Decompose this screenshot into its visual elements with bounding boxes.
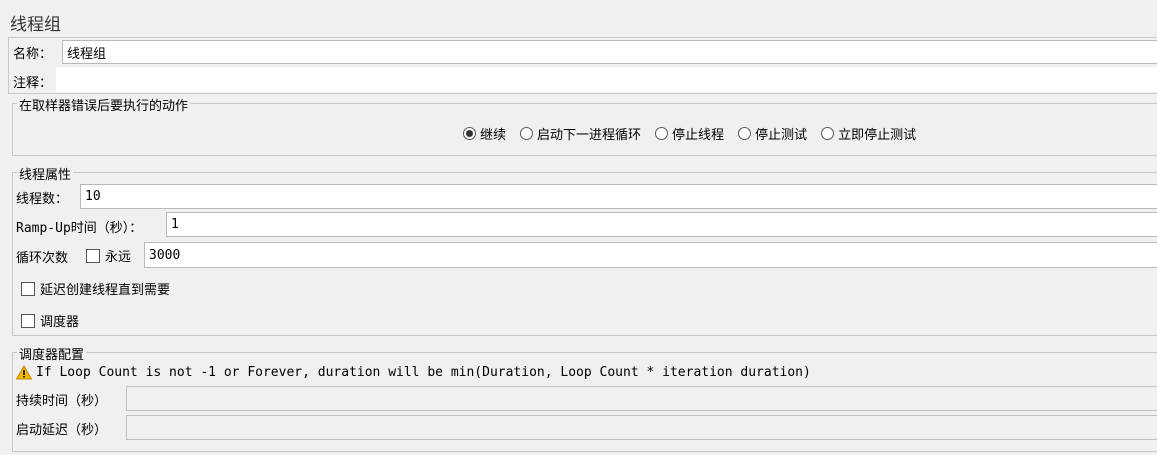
radio-button[interactable] <box>821 127 835 140</box>
threads-label: 线程数： <box>16 192 69 207</box>
delay-thread-creation-checkbox[interactable] <box>21 281 35 296</box>
scheduler-checkbox[interactable] <box>21 313 35 328</box>
radio-label: 继续 <box>480 128 507 143</box>
sampler-error-option[interactable]: 立即停止测试 <box>821 124 916 143</box>
comment-input[interactable] <box>56 67 1157 92</box>
scheduler-warning: If Loop Count is not -1 or Forever, dura… <box>16 365 811 380</box>
rampup-label: Ramp-Up时间（秒）： <box>16 221 143 236</box>
name-label: 名称： <box>13 47 53 62</box>
radio-button[interactable] <box>463 127 476 140</box>
sampler-error-option[interactable]: 停止测试 <box>738 124 807 143</box>
scheduler-warning-text: If Loop Count is not -1 or Forever, dura… <box>36 365 811 380</box>
radio-label: 停止线程 <box>672 128 725 143</box>
radio-selected-dot <box>466 130 473 137</box>
radio-button[interactable] <box>520 127 534 140</box>
name-input[interactable] <box>62 40 1157 64</box>
scheduler-config-legend: 调度器配置 <box>17 344 87 363</box>
comment-label: 注释： <box>13 76 53 91</box>
warning-triangle-icon <box>16 365 32 380</box>
radio-button[interactable] <box>738 127 752 140</box>
sampler-error-option[interactable]: 停止线程 <box>655 124 724 143</box>
thread-properties-legend: 线程属性 <box>17 164 74 183</box>
radio-button[interactable] <box>655 127 669 140</box>
radio-label: 停止测试 <box>755 128 808 143</box>
sampler-error-radio-group: 继续 启动下一进程循环 停止线程 停止测试 立即停止测试 <box>463 124 930 143</box>
delay-thread-creation-row[interactable]: 延迟创建线程直到需要 <box>21 279 170 298</box>
scheduler-label: 调度器 <box>40 315 80 330</box>
forever-label: 永远 <box>105 250 132 265</box>
startup-delay-label: 启动延迟（秒） <box>16 423 108 438</box>
sampler-error-legend: 在取样器错误后要执行的动作 <box>17 95 191 114</box>
rampup-input[interactable] <box>166 212 1157 237</box>
threads-input[interactable] <box>80 184 1157 209</box>
radio-label: 立即停止测试 <box>838 128 917 143</box>
sampler-error-option[interactable]: 继续 <box>463 124 506 143</box>
scheduler-row[interactable]: 调度器 <box>21 311 79 330</box>
duration-input[interactable] <box>126 386 1157 411</box>
loop-count-input[interactable] <box>144 242 1157 268</box>
forever-checkbox[interactable] <box>86 248 100 263</box>
loop-count-label: 循环次数 <box>16 251 69 266</box>
startup-delay-input[interactable] <box>126 415 1157 440</box>
delay-thread-creation-label: 延迟创建线程直到需要 <box>40 283 171 298</box>
duration-label: 持续时间（秒） <box>16 394 108 409</box>
radio-label: 启动下一进程循环 <box>537 128 642 143</box>
sampler-error-option[interactable]: 启动下一进程循环 <box>520 124 641 143</box>
forever-checkbox-row[interactable]: 永远 <box>86 246 131 265</box>
page-title: 线程组 <box>10 15 61 35</box>
